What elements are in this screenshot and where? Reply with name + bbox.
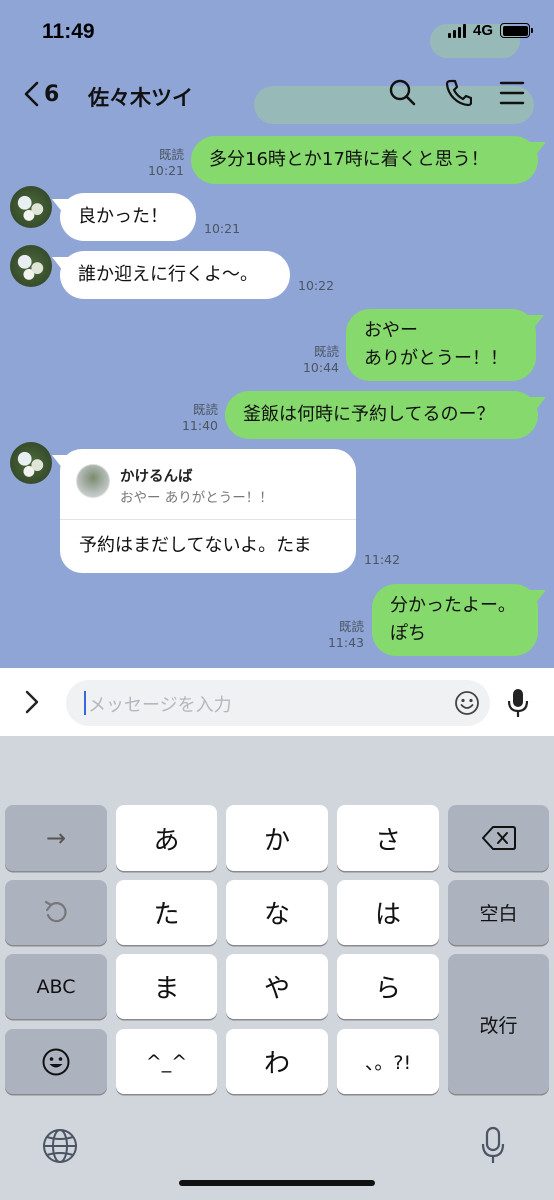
key-wa[interactable]: わ: [226, 1029, 328, 1094]
key-emoji[interactable]: [5, 1029, 107, 1094]
message-text-line: ぽち: [390, 623, 426, 644]
message-time: 11:43: [327, 635, 364, 650]
received-message-bubble[interactable]: 良かった！: [60, 193, 196, 241]
search-icon[interactable]: [388, 78, 416, 108]
message-text: 誰か迎えに行くよ〜。: [78, 264, 258, 285]
key-sa[interactable]: さ: [337, 805, 439, 871]
message-meta: 既読 10:21: [140, 147, 184, 179]
key-undo[interactable]: [5, 880, 107, 945]
message-input[interactable]: メッセージを入力: [66, 680, 490, 726]
message-meta: 既読 11:40: [174, 402, 218, 434]
key-abc[interactable]: ABC: [5, 954, 107, 1019]
back-button[interactable]: 6: [22, 80, 59, 108]
key-kaomoji[interactable]: ^_^: [116, 1029, 217, 1094]
sent-message-bubble[interactable]: 釜飯は何時に予約してるのー？: [225, 391, 538, 439]
avatar[interactable]: [10, 442, 52, 484]
key-na[interactable]: な: [226, 880, 328, 945]
reply-avatar: [76, 464, 110, 498]
key-ka[interactable]: か: [226, 805, 328, 871]
key-ya[interactable]: や: [226, 954, 328, 1019]
message-text-line: ありがとうー！！: [364, 348, 508, 369]
key-ha[interactable]: は: [337, 880, 439, 945]
microphone-icon[interactable]: [506, 687, 530, 719]
read-receipt: 既読: [338, 619, 364, 634]
menu-icon[interactable]: [499, 78, 525, 108]
read-receipt: 既読: [158, 147, 184, 162]
message-time: 10:21: [204, 221, 241, 236]
message-time: 10:21: [147, 163, 184, 178]
divider: [60, 519, 356, 520]
chat-header: 6 佐々木ツイ: [0, 70, 554, 122]
home-indicator: [179, 1180, 375, 1186]
key-return[interactable]: 改行: [448, 954, 549, 1094]
sent-message-bubble[interactable]: おやー ありがとうー！！: [346, 309, 536, 381]
key-ma[interactable]: ま: [116, 954, 217, 1019]
message-time: 10:22: [298, 278, 335, 293]
key-punctuation[interactable]: 、。?!: [337, 1029, 439, 1094]
reply-message-bubble[interactable]: かけるんば おやー ありがとうー！！ 予約はまだしてないよ。たま: [60, 449, 356, 573]
message-input-bar: メッセージを入力: [0, 668, 554, 736]
reply-sender-name: かけるんば: [120, 469, 193, 485]
message-time: 10:44: [302, 360, 339, 375]
message-time: 11:40: [181, 418, 218, 433]
input-placeholder: メッセージを入力: [88, 695, 232, 716]
chat-area: 11:49 4G 6 佐々木ツイ 既読 10:21 多分16時とか17時に着くと…: [0, 0, 554, 668]
read-receipt: 既読: [192, 402, 218, 417]
text-caret: [84, 691, 86, 715]
sent-message-bubble[interactable]: 多分16時とか17時に着くと思う！: [191, 136, 538, 184]
message-text-line: おやー: [364, 320, 418, 341]
reply-quote: おやー ありがとうー！！: [120, 490, 273, 506]
dictation-microphone-icon[interactable]: [480, 1126, 506, 1166]
battery-icon: [500, 23, 533, 38]
chevron-right-icon[interactable]: [22, 688, 42, 716]
message-text: 予約はまだしてないよ。たま: [79, 535, 312, 556]
chat-title: 佐々木ツイ: [88, 86, 193, 110]
message-meta: 既読 11:43: [320, 619, 364, 651]
message-meta: 既読 10:44: [295, 344, 339, 376]
signal-icon: [447, 23, 466, 38]
key-ra[interactable]: ら: [337, 954, 439, 1019]
sent-message-bubble[interactable]: 分かったよー。 ぽち: [372, 584, 538, 656]
network-label: 4G: [472, 22, 493, 39]
avatar[interactable]: [10, 186, 52, 228]
key-delete[interactable]: [448, 805, 549, 871]
message-time: 11:42: [364, 552, 401, 567]
phone-icon[interactable]: [444, 78, 472, 108]
status-time: 11:49: [42, 20, 95, 43]
avatar[interactable]: [10, 245, 52, 287]
keyboard: → ABC あ た ま ^_^ か な や わ さ は ら 、。?! 空白 改行: [0, 736, 554, 1200]
key-arrow[interactable]: →: [5, 805, 107, 871]
chevron-left-icon: [24, 81, 39, 107]
unread-count: 6: [44, 81, 60, 107]
undo-icon: [44, 900, 67, 922]
message-text: 多分16時とか17時に着くと思う！: [209, 149, 489, 170]
message-text: 釜飯は何時に予約してるのー？: [243, 404, 495, 425]
key-space[interactable]: 空白: [448, 880, 549, 945]
emoji-icon[interactable]: [454, 690, 480, 716]
backspace-icon: [481, 826, 516, 850]
key-a[interactable]: あ: [116, 805, 217, 871]
key-ta[interactable]: た: [116, 880, 217, 945]
globe-icon[interactable]: [42, 1128, 78, 1164]
message-text-line: 分かったよー。: [390, 595, 516, 616]
status-indicators: 4G: [447, 22, 533, 39]
read-receipt: 既読: [313, 344, 339, 359]
message-text: 良かった！: [78, 206, 168, 227]
emoji-icon: [42, 1048, 70, 1075]
received-message-bubble[interactable]: 誰か迎えに行くよ〜。: [60, 251, 290, 299]
